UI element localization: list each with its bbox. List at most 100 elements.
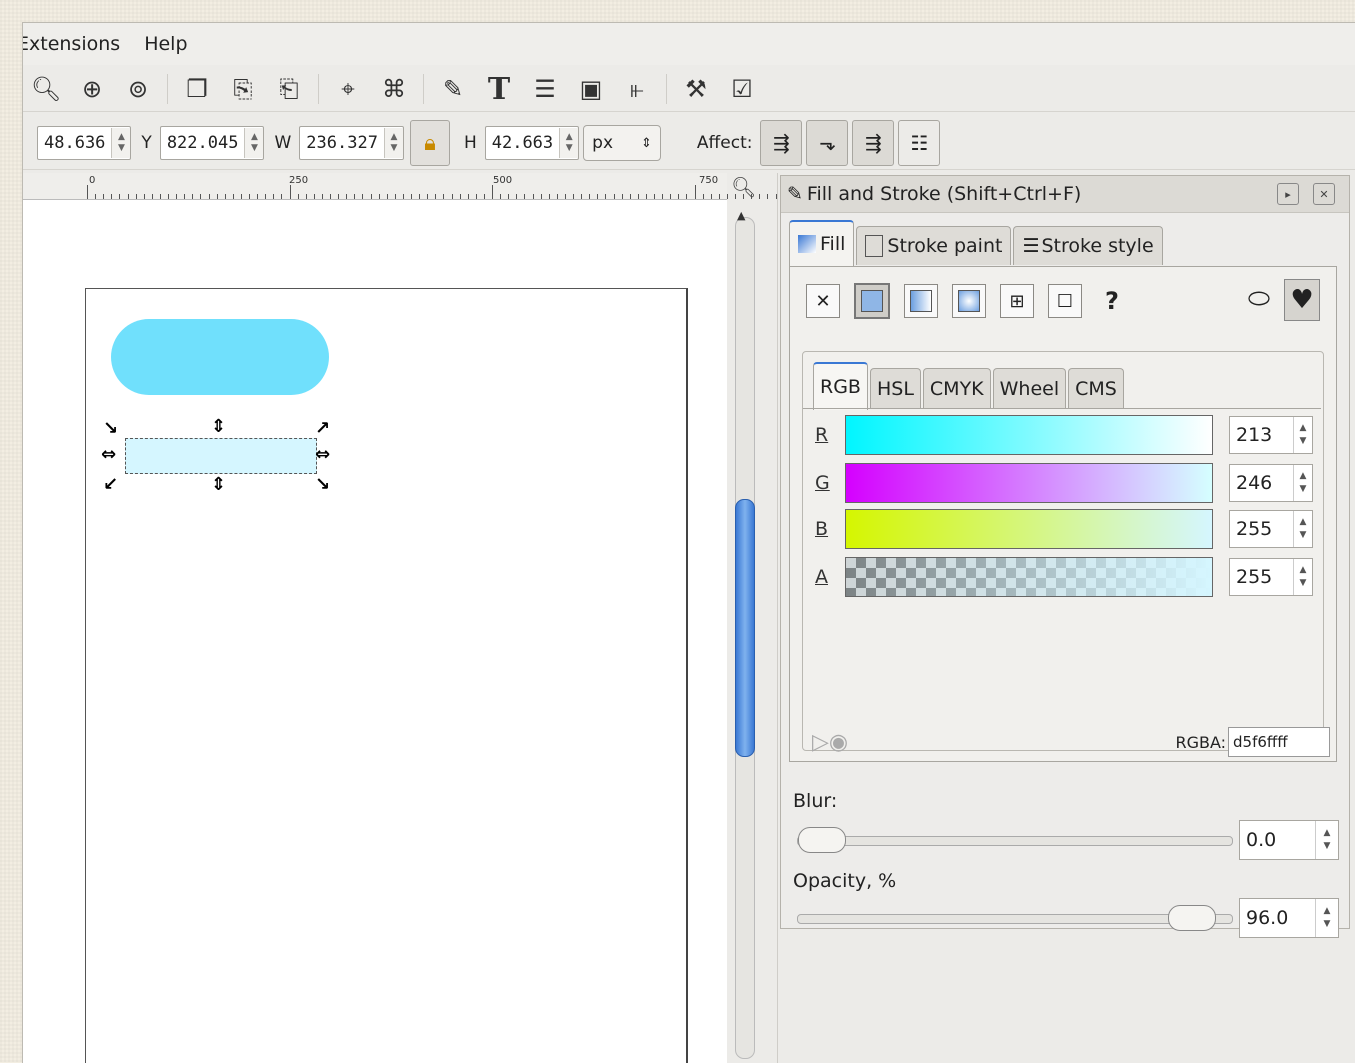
menu-extensions[interactable]: Extensions	[23, 33, 132, 55]
spin-arrows[interactable]: ▲ ▼	[1293, 417, 1312, 453]
alpha-value[interactable]: 255 ▲ ▼	[1229, 558, 1313, 596]
alpha-slider[interactable]	[845, 557, 1213, 597]
fill-type-row: ✕ ⊞ ☐ ?	[806, 283, 1142, 319]
opacity-slider[interactable]	[797, 905, 1233, 931]
tab-stroke-paint[interactable]: Stroke paint	[856, 226, 1012, 265]
unset-paint-icon[interactable]: ?	[1096, 285, 1128, 317]
node-icon[interactable]: ⌖	[331, 72, 365, 106]
unit-select[interactable]: px ⇕	[583, 125, 661, 161]
spin-arrows[interactable]: ▲ ▼	[559, 128, 579, 158]
tab-wheel[interactable]: Wheel	[992, 368, 1067, 409]
rgba-input[interactable]: d5f6ffff	[1228, 727, 1330, 757]
tab-stroke-style[interactable]: ☰ Stroke style	[1013, 226, 1163, 265]
blur-slider-knob[interactable]	[798, 827, 846, 853]
blur-slider[interactable]	[797, 827, 1233, 853]
spin-arrows[interactable]: ▲ ▼	[1293, 511, 1312, 547]
fill-stroke-dialog: ✎ Fill and Stroke (Shift+Ctrl+F) ▸ ✕ Fil…	[780, 175, 1350, 938]
paste-icon[interactable]: ⎘	[226, 72, 260, 106]
ruler-tick	[168, 194, 169, 199]
path-icon[interactable]: ⌘	[377, 72, 411, 106]
rounded-rectangle-shape[interactable]	[111, 319, 329, 395]
ruler-tick	[135, 194, 137, 199]
spin-arrows[interactable]: ▲ ▼	[1315, 821, 1338, 859]
vertical-scrollbar[interactable]: ▲	[729, 209, 759, 1063]
affect-rounded-corners-button[interactable]: ⬎	[806, 120, 849, 166]
ruler-tick	[265, 194, 267, 199]
y-field[interactable]: 822.045 ▲ ▼	[159, 126, 265, 160]
spin-arrows[interactable]: ▲ ▼	[1315, 899, 1338, 937]
close-icon[interactable]: ✕	[1313, 183, 1335, 205]
blue-slider[interactable]	[845, 509, 1213, 549]
ruler-tick	[678, 194, 680, 199]
scale-handle-s-icon[interactable]: ⇕	[211, 474, 226, 495]
scale-handle-n-icon[interactable]: ⇕	[211, 416, 226, 437]
tab-rgb[interactable]: RGB	[813, 362, 868, 410]
menu-help[interactable]: Help	[144, 33, 199, 55]
color-picker-icon[interactable]: ▷◉	[812, 730, 848, 755]
selected-rectangle[interactable]	[125, 438, 317, 474]
fill-stroke-icon[interactable]: ✎	[436, 72, 470, 106]
text-icon[interactable]: T	[482, 72, 516, 107]
green-slider[interactable]	[845, 463, 1213, 503]
pattern-icon[interactable]: ⊞	[1000, 284, 1034, 318]
fill-rule-nonzero-icon[interactable]: ♥	[1284, 279, 1320, 321]
linear-gradient-icon[interactable]	[904, 284, 938, 318]
affect-gradients-button[interactable]: ⇶	[852, 120, 895, 166]
h-field[interactable]: 42.663 ▲ ▼	[484, 126, 580, 160]
blur-label: Blur:	[793, 790, 838, 812]
layers-icon[interactable]: ☰	[528, 72, 562, 106]
align-icon[interactable]: ⫦	[620, 72, 654, 106]
ruler-tick	[87, 185, 88, 199]
radial-gradient-icon[interactable]	[952, 284, 986, 318]
scale-handle-nw-icon[interactable]: ↘	[103, 418, 118, 439]
scale-handle-se-icon[interactable]: ↘	[315, 474, 330, 495]
document-props-icon[interactable]: ☑	[725, 72, 759, 106]
opacity-value[interactable]: 96.0 ▲ ▼	[1239, 898, 1339, 938]
scroll-thumb[interactable]	[735, 499, 755, 757]
ruler-tick	[216, 194, 218, 199]
zoom-corner-icon[interactable]: 🔍︎	[731, 175, 756, 199]
scale-handle-e-icon[interactable]: ⇔	[315, 444, 330, 465]
no-paint-icon[interactable]: ✕	[806, 284, 840, 318]
opacity-slider-knob[interactable]	[1168, 905, 1216, 931]
spin-arrows[interactable]: ▲ ▼	[111, 128, 131, 158]
swatch-icon[interactable]: ☐	[1048, 284, 1082, 318]
flat-color-icon[interactable]	[854, 283, 890, 319]
ruler-tick	[589, 194, 591, 199]
drawing-canvas[interactable]: ↘ ⇕ ↗ ⇔ ⇔ ↙ ⇕ ↘	[23, 200, 727, 1063]
blue-value[interactable]: 255 ▲ ▼	[1229, 510, 1313, 548]
affect-stroke-width-button[interactable]: ⇶	[760, 120, 803, 166]
copy-icon[interactable]: ❐	[180, 72, 214, 106]
fill-rule-evenodd-icon[interactable]: ⬭	[1242, 279, 1276, 319]
tab-cms[interactable]: CMS	[1068, 368, 1124, 409]
paste-inplace-icon[interactable]: ⎗	[272, 72, 306, 106]
affect-patterns-button[interactable]: ☷	[898, 120, 941, 166]
preferences-icon[interactable]: ⚒	[679, 72, 713, 106]
xml-icon[interactable]: ▣	[574, 72, 608, 106]
blur-value[interactable]: 0.0 ▲ ▼	[1239, 820, 1339, 860]
green-value[interactable]: 246 ▲ ▼	[1229, 464, 1313, 502]
zoom-out-icon[interactable]: 🔍︎	[29, 72, 63, 106]
lock-icon[interactable]: 🔒︎	[409, 120, 450, 166]
ruler-label: 750	[699, 175, 719, 186]
iconify-icon[interactable]: ▸	[1277, 183, 1299, 205]
w-field[interactable]: 236.327 ▲ ▼	[299, 126, 404, 160]
scale-handle-ne-icon[interactable]: ↗	[315, 418, 330, 439]
scale-handle-w-icon[interactable]: ⇔	[101, 444, 116, 465]
scroll-up-icon[interactable]: ▲	[737, 209, 745, 222]
spin-arrows[interactable]: ▲ ▼	[244, 128, 264, 158]
tab-fill[interactable]: Fill	[789, 220, 855, 266]
tab-cmyk[interactable]: CMYK	[922, 368, 991, 409]
scale-handle-sw-icon[interactable]: ↙	[103, 474, 118, 495]
zoom-fit-icon[interactable]: ⊚	[121, 72, 155, 106]
spin-arrows[interactable]: ▲ ▼	[1293, 559, 1312, 595]
red-slider[interactable]	[845, 415, 1213, 455]
ruler-tick	[435, 194, 437, 199]
ruler-tick	[346, 194, 348, 199]
zoom-in-icon[interactable]: ⊕	[75, 72, 109, 106]
spin-arrows[interactable]: ▲ ▼	[1293, 465, 1312, 501]
spin-arrows[interactable]: ▲ ▼	[383, 128, 403, 158]
x-field[interactable]: 48.636 ▲ ▼	[37, 126, 132, 160]
tab-hsl[interactable]: HSL	[869, 368, 921, 409]
red-value[interactable]: 213 ▲ ▼	[1229, 416, 1313, 454]
